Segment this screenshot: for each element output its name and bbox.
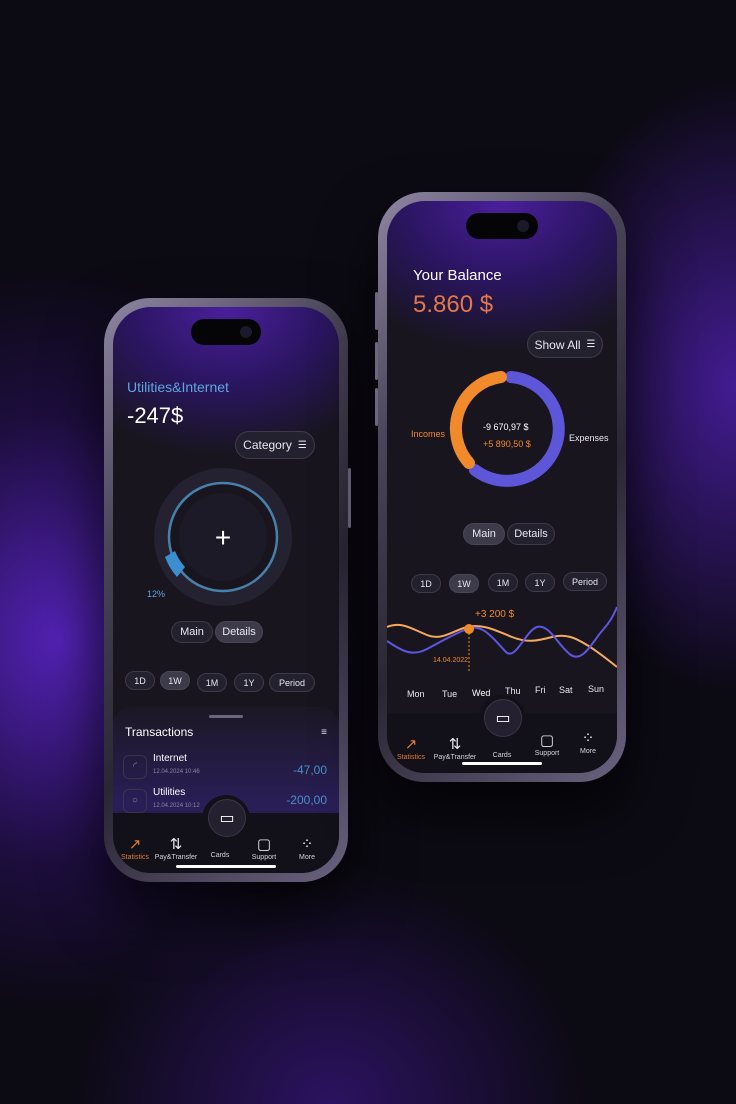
day-wed: Wed	[472, 688, 491, 698]
chart-tooltip-value: +3 200 $	[475, 609, 515, 620]
wallet-icon: ▭	[219, 810, 235, 827]
expenses-label: Expenses	[569, 433, 609, 443]
highlight-point	[464, 624, 474, 634]
balance-amount: 5.860 $	[413, 291, 494, 318]
day-tue: Tue	[442, 689, 458, 699]
transaction-date: 12.04.2024 10:12	[153, 803, 200, 809]
donut-expense-value: -9 670,97 $	[483, 422, 529, 432]
cards-fab[interactable]: ▭	[208, 799, 246, 837]
left-phone-screen: Utilities&Internet -247$ Category ☰ + 12…	[113, 307, 339, 873]
income-series	[387, 623, 617, 668]
wifi-icon: ◜	[123, 755, 147, 779]
category-title: Utilities&Internet	[127, 379, 229, 395]
tab-main[interactable]: Main	[171, 621, 213, 643]
dynamic-island	[191, 319, 261, 345]
filter-icon: ☰	[586, 339, 596, 350]
add-icon[interactable]: +	[208, 524, 238, 554]
day-fri: Fri	[535, 685, 546, 695]
period-1w[interactable]: 1W	[449, 574, 479, 593]
transaction-name: Internet	[153, 753, 187, 764]
period-custom[interactable]: Period	[563, 572, 607, 591]
day-sat: Sat	[559, 685, 573, 695]
incomes-arc	[449, 371, 507, 469]
left-phone: Utilities&Internet -247$ Category ☰ + 12…	[104, 298, 351, 882]
period-1d[interactable]: 1D	[411, 574, 441, 593]
bulb-icon: ○	[123, 789, 147, 813]
nav-label: Cards	[210, 852, 230, 859]
right-phone: Your Balance 5.860 $ Show All ☰ -9 670,9…	[375, 192, 626, 782]
nav-label: Support	[251, 854, 277, 861]
transaction-amount: -47,00	[292, 763, 327, 777]
category-amount: -247$	[127, 403, 184, 428]
donut-income-value: +5 890,50 $	[483, 439, 531, 449]
ring-percent-label: 12%	[147, 589, 166, 599]
chart-tooltip-date: 14.04.2022	[433, 657, 469, 664]
show-all-dropdown[interactable]: Show All ☰	[527, 331, 603, 358]
balance-title: Your Balance	[413, 267, 502, 284]
wallet-icon: ▭	[495, 710, 511, 727]
home-indicator	[176, 865, 276, 868]
period-custom[interactable]: Period	[269, 673, 315, 692]
nav-label: More	[580, 748, 596, 755]
show-all-label: Show All	[534, 337, 581, 352]
grid-icon: ⁘	[300, 836, 314, 853]
sort-icon[interactable]: ≡	[321, 727, 327, 738]
bottom-nav: ▭ ↗ Statistics ⇅ Pay&Transfer Cards ▢ Suppo…	[387, 695, 617, 773]
filter-icon: ☰	[297, 439, 307, 451]
nav-label: Pay&Transfer	[154, 854, 198, 861]
category-dropdown[interactable]: Category ☰	[235, 431, 315, 459]
nav-label: Support	[534, 750, 560, 757]
transaction-amount: -200,00	[286, 793, 327, 807]
bottom-nav: ▭ ↗ Statistics ⇅ Pay&Transfer Cards ▢ Suppo…	[113, 795, 339, 873]
period-1m[interactable]: 1M	[488, 573, 518, 592]
nav-label: Statistics	[120, 854, 149, 861]
transaction-row[interactable]: ◜ Internet 12.04.2024 10:46 -47,00	[123, 753, 327, 783]
nav-label: Statistics	[396, 754, 425, 761]
period-1m[interactable]: 1M	[197, 673, 227, 692]
tab-details[interactable]: Details	[215, 621, 263, 643]
day-sun: Sun	[588, 684, 605, 694]
tab-main[interactable]: Main	[463, 523, 505, 545]
nav-more[interactable]: ⁘ More	[279, 836, 335, 861]
period-1d[interactable]: 1D	[125, 671, 155, 690]
right-phone-screen: Your Balance 5.860 $ Show All ☰ -9 670,9…	[387, 201, 617, 773]
day-thu: Thu	[505, 686, 521, 696]
home-indicator	[462, 762, 542, 765]
category-dropdown-label: Category	[243, 438, 292, 452]
dynamic-island	[466, 213, 538, 239]
period-1w[interactable]: 1W	[160, 671, 190, 690]
nav-label: Pay&Transfer	[433, 754, 477, 761]
cards-fab[interactable]: ▭	[484, 699, 522, 737]
transactions-title: Transactions	[125, 725, 194, 739]
nav-label: More	[299, 854, 315, 861]
period-1y[interactable]: 1Y	[234, 673, 264, 692]
nav-label: Cards	[492, 752, 512, 759]
day-mon: Mon	[407, 689, 425, 699]
incomes-label: Incomes	[411, 429, 446, 439]
nav-more[interactable]: ⁘ More	[560, 730, 616, 755]
sheet-handle[interactable]	[209, 715, 243, 718]
tab-details[interactable]: Details	[507, 523, 555, 545]
transaction-date: 12.04.2024 10:46	[153, 769, 200, 775]
grid-icon: ⁘	[581, 730, 595, 747]
transaction-name: Utilities	[153, 787, 186, 798]
period-1y[interactable]: 1Y	[525, 573, 555, 592]
